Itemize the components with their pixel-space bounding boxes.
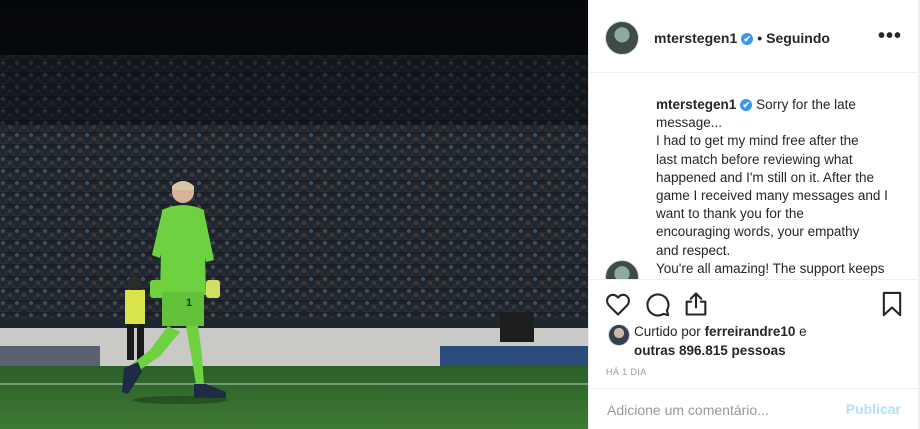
share-icon[interactable] — [682, 290, 710, 318]
heart-icon[interactable] — [604, 290, 632, 318]
comment-input[interactable] — [605, 399, 829, 421]
publish-button[interactable]: Publicar — [846, 401, 901, 417]
post-details-panel: mterstegen1 ✔ • Seguindo ••• mterstegen1 ✔ S… — [588, 0, 920, 429]
likes-middle: e — [799, 324, 807, 339]
pitch — [0, 366, 588, 429]
add-comment-section: Publicar — [589, 388, 920, 429]
author-info: mterstegen1 ✔ • Seguindo — [654, 30, 830, 46]
author-avatar[interactable] — [605, 21, 639, 55]
caption-line: happened and I'm still on it. After the — [656, 169, 874, 185]
author-username[interactable]: mterstegen1 — [654, 30, 737, 46]
caption: mterstegen1 ✔ Sorry for the late message.… — [656, 96, 896, 278]
bookmark-icon[interactable] — [878, 290, 906, 318]
post-photo[interactable]: 1 — [0, 0, 588, 429]
post-header: mterstegen1 ✔ • Seguindo ••• — [589, 0, 920, 73]
likes-text: Curtido por ferreirandre10 e outras 896.… — [634, 323, 874, 360]
caption-verified-icon: ✔ — [740, 99, 753, 112]
post-timestamp[interactable]: HÁ 1 DIA — [606, 367, 647, 377]
caption-line: want to thank you for the — [656, 206, 804, 222]
likes-summary: Curtido por ferreirandre10 e outras 896.… — [589, 321, 920, 361]
likes-others-link[interactable]: outras 896.815 pessoas — [634, 343, 786, 358]
verified-icon: ✔ — [741, 33, 754, 46]
caption-line: You're all amazing! The support keeps — [656, 260, 885, 276]
caption-line: and respect. — [656, 242, 731, 258]
likes-prefix: Curtido por — [634, 324, 701, 339]
more-horizontal-icon[interactable]: ••• — [878, 25, 902, 48]
caption-author-avatar[interactable] — [605, 260, 639, 279]
comments-area[interactable]: mterstegen1 ✔ Sorry for the late message.… — [589, 73, 920, 279]
photo-canvas: 1 — [0, 0, 588, 429]
svg-text:1: 1 — [186, 297, 192, 309]
caption-line: Sorry for the late — [756, 97, 856, 112]
liker-username[interactable]: ferreirandre10 — [705, 324, 796, 339]
following-button[interactable]: Seguindo — [766, 30, 830, 46]
caption-line: game I received many messages and I — [656, 188, 888, 204]
caption-line: last match before reviewing what — [656, 151, 853, 167]
separator-dot: • — [757, 30, 763, 46]
liker-avatar[interactable] — [608, 324, 630, 346]
comment-icon[interactable] — [643, 290, 671, 318]
caption-line: I had to get my mind free after the — [656, 133, 859, 149]
caption-line: encouraging words, your empathy — [656, 224, 860, 240]
caption-line: message... — [656, 115, 723, 131]
caption-username[interactable]: mterstegen1 — [656, 97, 736, 112]
